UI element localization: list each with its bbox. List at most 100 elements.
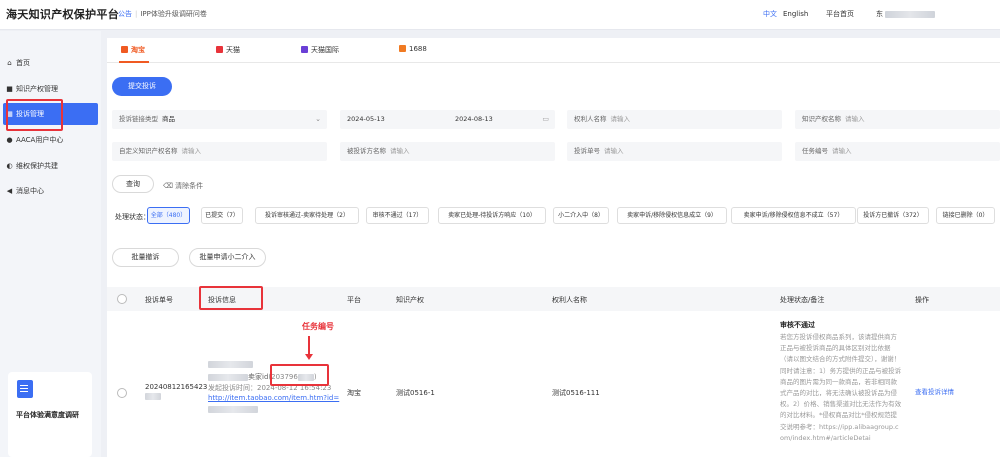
sidebar-item-label: 首页: [16, 59, 30, 67]
platform-cell: 淘宝: [347, 389, 361, 397]
highlight-box-task-id: [270, 364, 329, 386]
notice-text[interactable]: IPP体验升级调研问卷: [140, 10, 207, 18]
status-chip-link-deleted[interactable]: 链接已删除（0）: [936, 207, 995, 224]
column-header-status: 处理状态/备注: [780, 296, 825, 304]
task-no-input[interactable]: 任务编号 请输入: [795, 142, 1000, 161]
status-chip-rejected[interactable]: 审核不通过（17）: [366, 207, 429, 224]
active-tab-indicator: [119, 61, 149, 63]
sidebar-item-home[interactable]: ⌂ 首页: [3, 52, 98, 74]
status-chip-appeal-valid[interactable]: 卖家申诉/移除侵权信息成立（9）: [617, 207, 727, 224]
status-chip-intervention[interactable]: 小二介入中（8）: [553, 207, 609, 224]
notice-tag: 公告: [118, 10, 132, 18]
query-button[interactable]: 查询: [112, 175, 154, 193]
submit-complaint-button[interactable]: 提交投诉: [112, 77, 172, 96]
link-type-select[interactable]: 投诉链接类型 商品 ⌄: [112, 110, 327, 129]
tab-tmall-global[interactable]: 天猫国际: [301, 45, 339, 55]
redacted-block: [208, 360, 253, 368]
survey-promo-title: 平台体验满意度调研: [16, 411, 79, 419]
highlight-box-sidebar: [6, 99, 63, 131]
field-label: 自定义知识产权名称: [119, 147, 178, 155]
seller-id-label: 卖家id: [248, 373, 269, 381]
tab-label: 天猫: [226, 46, 240, 54]
notice-bar[interactable]: 公告 | IPP体验升级调研问卷: [118, 9, 207, 19]
column-header-ip: 知识产权: [396, 296, 424, 304]
sidebar-item-aaca-user-center[interactable]: ● AACA用户中心: [3, 129, 98, 151]
status-chip-withdrawn[interactable]: 投诉方已撤诉（372）: [857, 207, 929, 224]
lang-zh-link[interactable]: 中文: [763, 10, 777, 18]
status-chip-seller-processed[interactable]: 卖家已处理-待投诉方响应（10）: [438, 207, 546, 224]
clear-filters-link[interactable]: ⌫ 清除条件: [163, 181, 203, 191]
complaint-no-redacted: [145, 392, 161, 400]
user-name-prefix: 东: [876, 10, 883, 18]
platform-logo-title[interactable]: 海天知识产权保护平台: [6, 6, 119, 22]
info-image-redacted: [208, 360, 253, 368]
redacted-block: [208, 373, 248, 381]
tab-1688[interactable]: 1688: [399, 45, 427, 53]
field-label: 投诉链接类型: [119, 115, 158, 123]
submit-time-label: 发起投诉时间：: [208, 384, 257, 392]
batch-withdraw-button[interactable]: 批量撤诉: [112, 248, 179, 267]
sidebar-item-message-center[interactable]: ◀ 消息中心: [3, 180, 98, 202]
sidebar: ⌂ 首页 ■ 知识产权管理 ▦ 投诉管理 ● AACA用户中心 ◐ 维权保护共建 ◀ 消息中…: [0, 31, 101, 457]
status-chip-all[interactable]: 全部（480）: [147, 207, 190, 224]
sidebar-item-ip-management[interactable]: ■ 知识产权管理: [3, 78, 98, 100]
clear-filters-label: 清除条件: [175, 182, 204, 190]
field-placeholder: 请输入: [610, 115, 631, 123]
custom-ip-name-input[interactable]: 自定义知识产权名称 请输入: [112, 142, 327, 161]
view-complaint-detail-link[interactable]: 查看投诉详情: [915, 386, 954, 396]
field-placeholder: 请输入: [832, 147, 852, 155]
platform-tabs: 淘宝 天猫 天猫国际 1688: [107, 38, 1000, 63]
field-placeholder: 请输入: [604, 147, 624, 155]
user-account-menu[interactable]: 东: [876, 9, 935, 19]
main-panel: 淘宝 天猫 天猫国际 1688 提交投诉 投诉链接类型 商品 ⌄ 2024-05-1…: [107, 38, 1000, 457]
rights-holder-input[interactable]: 权利人名称 请输入: [567, 110, 782, 129]
lang-en-link[interactable]: English: [783, 10, 808, 18]
status-filter-label: 处理状态：: [115, 213, 150, 221]
calendar-icon: ▭: [542, 115, 549, 123]
tab-label: 1688: [409, 45, 427, 53]
status-chip-appeal-invalid[interactable]: 卖家申诉/移除侵权信息不成立（57）: [731, 207, 856, 224]
tab-label: 淘宝: [131, 46, 145, 54]
sidebar-item-rights-protection[interactable]: ◐ 维权保护共建: [3, 155, 98, 177]
select-all-checkbox[interactable]: [117, 294, 127, 304]
language-switcher: 中文 English: [763, 9, 808, 19]
column-header-holder: 权利人名称: [552, 296, 587, 304]
item-link[interactable]: http://item.taobao.com/item.htm?id=: [208, 394, 339, 402]
tab-taobao[interactable]: 淘宝: [121, 45, 145, 55]
home-icon: ⌂: [7, 59, 12, 67]
field-value: 商品: [162, 115, 175, 123]
status-chip-approved-pending[interactable]: 投诉审核通过-卖家待处理（2）: [255, 207, 359, 224]
field-placeholder: 请输入: [390, 147, 410, 155]
column-header-actions: 操作: [915, 296, 929, 304]
eraser-icon: ⌫: [163, 182, 176, 190]
taobao-icon: [121, 46, 128, 53]
column-header-platform: 平台: [347, 296, 361, 304]
survey-promo-card[interactable]: 平台体验满意度调研: [8, 372, 92, 457]
redacted-block: [208, 405, 258, 413]
column-header-complaint-no: 投诉单号: [145, 296, 173, 304]
complaint-no-input[interactable]: 投诉单号 请输入: [567, 142, 782, 161]
tab-tmall[interactable]: 天猫: [216, 45, 240, 55]
annotation-label: 任务编号: [302, 322, 334, 331]
row-checkbox[interactable]: [117, 388, 127, 398]
notice-separator: |: [135, 10, 138, 18]
status-title: 审核不通过: [780, 321, 815, 329]
date-range-picker[interactable]: 2024-05-13 2024-08-13 ▭: [340, 110, 555, 129]
status-chip-submitted[interactable]: 已提交（7）: [201, 207, 243, 224]
sidebar-item-label: 消息中心: [16, 187, 44, 195]
item-link-redacted: [208, 405, 258, 413]
holder-cell: 测试0516-111: [552, 389, 600, 397]
date-start: 2024-05-13: [347, 115, 385, 123]
complainant-name-input[interactable]: 被投诉方名称 请输入: [340, 142, 555, 161]
ip-name-input[interactable]: 知识产权名称 请输入: [795, 110, 1000, 129]
bell-icon: ◀: [6, 187, 13, 195]
1688-icon: [399, 45, 406, 52]
user-icon: ●: [6, 136, 13, 144]
top-bar: 海天知识产权保护平台 公告 | IPP体验升级调研问卷 中文 English 平台首页…: [0, 0, 1000, 30]
platform-home-link[interactable]: 平台首页: [826, 9, 854, 19]
field-label: 权利人名称: [574, 115, 607, 123]
tmall-icon: [216, 46, 223, 53]
sidebar-item-label: AACA用户中心: [16, 136, 64, 144]
tmall-global-icon: [301, 46, 308, 53]
batch-apply-intervention-button[interactable]: 批量申请小二介入: [189, 248, 266, 267]
